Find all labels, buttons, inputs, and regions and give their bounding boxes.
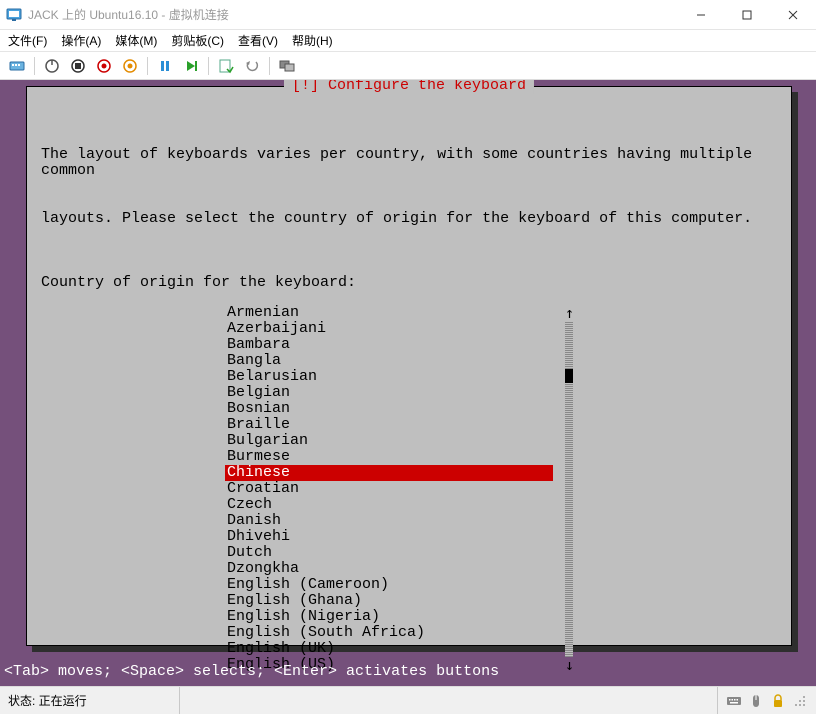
menubar: 文件(F) 操作(A) 媒体(M) 剪贴板(C) 查看(V) 帮助(H): [0, 30, 816, 52]
close-button[interactable]: [770, 0, 816, 30]
scrollbar-thumb[interactable]: [565, 369, 573, 383]
revert-button[interactable]: [241, 55, 263, 77]
menu-view[interactable]: 查看(V): [238, 32, 278, 49]
menu-action[interactable]: 操作(A): [61, 32, 101, 49]
keyboard-country-option[interactable]: Belarusian: [225, 369, 575, 385]
keyboard-country-list[interactable]: ↑ ↓ ArmenianAzerbaijaniBambaraBanglaBela…: [225, 305, 575, 673]
keyboard-country-option[interactable]: Belgian: [225, 385, 575, 401]
titlebar: JACK 上的 Ubuntu16.10 - 虚拟机连接: [0, 0, 816, 30]
keyboard-country-option[interactable]: English (Nigeria): [225, 609, 575, 625]
keyboard-config-dialog: [!] Configure the keyboard The layout of…: [26, 86, 792, 646]
mouse-icon: [748, 693, 764, 709]
window-controls: [678, 0, 816, 30]
scroll-up-arrow-icon: ↑: [565, 305, 575, 321]
menu-file[interactable]: 文件(F): [8, 32, 47, 49]
keyboard-country-option[interactable]: English (South Africa): [225, 625, 575, 641]
keyboard-country-option[interactable]: Dhivehi: [225, 529, 575, 545]
instructions-line: The layout of keyboards varies per count…: [41, 147, 777, 179]
checkpoint-button[interactable]: [215, 55, 237, 77]
keyboard-icon: [726, 693, 742, 709]
keyboard-country-option[interactable]: Czech: [225, 497, 575, 513]
toolbar-separator: [147, 57, 148, 75]
reset-button[interactable]: [180, 55, 202, 77]
enhanced-session-button[interactable]: [276, 55, 298, 77]
toolbar-separator: [34, 57, 35, 75]
status-tray: [718, 693, 816, 709]
scroll-down-arrow-icon: ↓: [565, 657, 575, 673]
minimize-button[interactable]: [678, 0, 724, 30]
lock-icon: [770, 693, 786, 709]
keyboard-country-option[interactable]: Croatian: [225, 481, 575, 497]
window-title: JACK 上的 Ubuntu16.10 - 虚拟机连接: [28, 6, 678, 23]
keyboard-country-option[interactable]: English (Ghana): [225, 593, 575, 609]
keyboard-country-option[interactable]: Braille: [225, 417, 575, 433]
menu-media[interactable]: 媒体(M): [115, 32, 157, 49]
status-spacer: [180, 687, 718, 714]
start-button[interactable]: [41, 55, 63, 77]
instructions-line: layouts. Please select the country of or…: [41, 211, 777, 227]
turnoff-button[interactable]: [67, 55, 89, 77]
maximize-button[interactable]: [724, 0, 770, 30]
navigation-hint: <Tab> moves; <Space> selects; <Enter> ac…: [4, 663, 499, 680]
toolbar-separator: [269, 57, 270, 75]
menu-clipboard[interactable]: 剪贴板(C): [171, 32, 224, 49]
shutdown-button[interactable]: [93, 55, 115, 77]
keyboard-country-option[interactable]: Danish: [225, 513, 575, 529]
pause-button[interactable]: [154, 55, 176, 77]
keyboard-country-option[interactable]: Bambara: [225, 337, 575, 353]
keyboard-country-option[interactable]: English (UK): [225, 641, 575, 657]
menu-help[interactable]: 帮助(H): [292, 32, 333, 49]
prompt-label: Country of origin for the keyboard:: [41, 275, 777, 291]
app-icon: [6, 7, 22, 23]
toolbar: [0, 52, 816, 80]
resize-grip-icon[interactable]: [792, 693, 808, 709]
dialog-title: [!] Configure the keyboard: [284, 80, 534, 94]
statusbar: 状态: 正在运行: [0, 686, 816, 714]
keyboard-country-option[interactable]: Azerbaijani: [225, 321, 575, 337]
keyboard-country-option[interactable]: Burmese: [225, 449, 575, 465]
keyboard-country-option[interactable]: Bosnian: [225, 401, 575, 417]
toolbar-separator: [208, 57, 209, 75]
vm-console[interactable]: [!] Configure the keyboard The layout of…: [0, 80, 816, 686]
keyboard-country-option[interactable]: Armenian: [225, 305, 575, 321]
keyboard-country-option[interactable]: Bulgarian: [225, 433, 575, 449]
dialog-instructions: The layout of keyboards varies per count…: [41, 115, 777, 259]
keyboard-country-option[interactable]: English (Cameroon): [225, 577, 575, 593]
keyboard-country-option[interactable]: Dzongkha: [225, 561, 575, 577]
status-text: 状态: 正在运行: [0, 687, 180, 714]
save-button[interactable]: [119, 55, 141, 77]
keyboard-country-option[interactable]: Dutch: [225, 545, 575, 561]
keyboard-country-option[interactable]: Bangla: [225, 353, 575, 369]
ctrl-alt-del-button[interactable]: [6, 55, 28, 77]
vm-connection-window: JACK 上的 Ubuntu16.10 - 虚拟机连接 文件(F) 操作(A) …: [0, 0, 816, 714]
keyboard-country-option[interactable]: Chinese: [225, 465, 553, 481]
